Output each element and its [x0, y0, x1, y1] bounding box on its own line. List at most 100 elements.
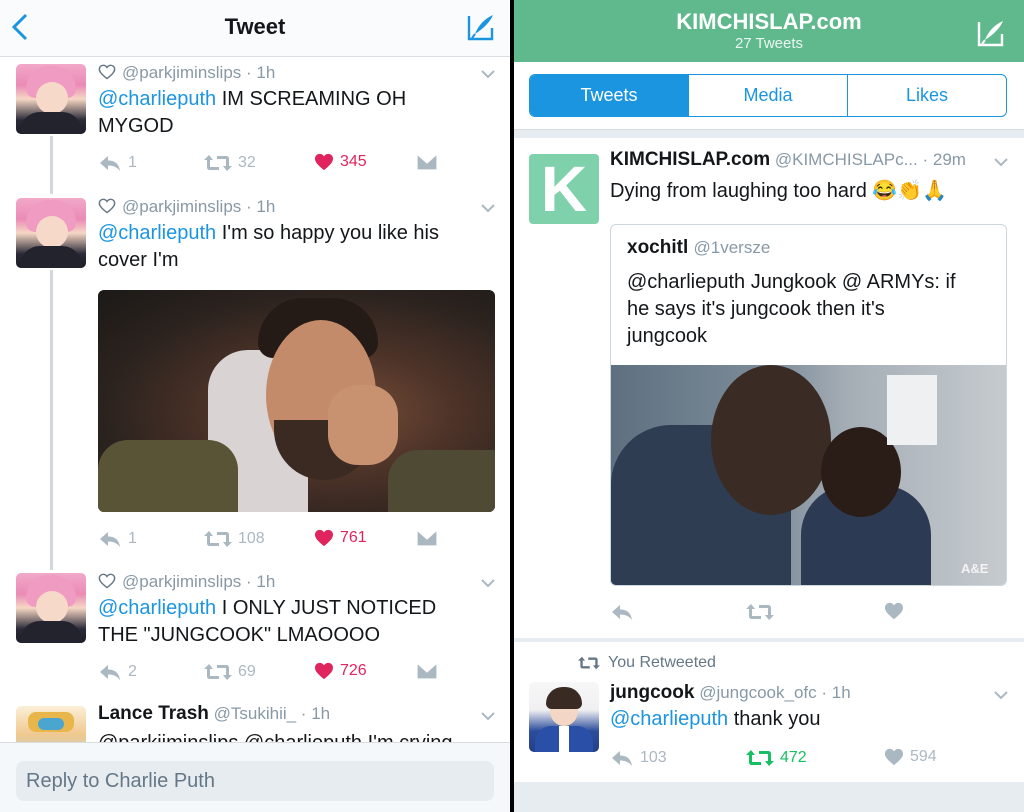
- retweet-icon: [204, 153, 232, 173]
- tweet-meta: jungcook @jungcook_ofc · 1h: [610, 682, 851, 703]
- page-title: Tweet: [224, 14, 286, 39]
- tab-media[interactable]: Media: [689, 75, 848, 116]
- list-item[interactable]: You Retweeted jungcook @jungcook_ofc · 1…: [514, 642, 1024, 782]
- profile-title: KIMCHISLAP.com: [676, 9, 862, 34]
- reply-icon: [98, 662, 122, 682]
- list-item[interactable]: K KIMCHISLAP.com @KIMCHISLAPc... · 29m D…: [514, 138, 1024, 638]
- reply-button[interactable]: [610, 602, 634, 622]
- reply-button[interactable]: 1: [98, 153, 137, 173]
- like-count: 594: [910, 748, 937, 765]
- chevron-down-icon[interactable]: [481, 203, 495, 213]
- like-button[interactable]: [884, 602, 904, 620]
- retweet-button[interactable]: [746, 602, 774, 622]
- action-bar: 103 472 594: [610, 748, 1010, 772]
- tweet-handle[interactable]: @KIMCHISLAPc...: [775, 150, 918, 169]
- tweet-handle[interactable]: @parkjiminslips: [122, 63, 241, 82]
- chevron-down-icon[interactable]: [481, 711, 495, 721]
- tweet-time: 1h: [256, 572, 276, 591]
- quoted-tweet-image[interactable]: A&E: [611, 365, 1006, 585]
- heart-icon: [314, 529, 334, 547]
- like-button[interactable]: 345: [314, 153, 367, 171]
- reply-input[interactable]: [16, 761, 494, 801]
- dm-button[interactable]: [416, 662, 438, 680]
- like-button[interactable]: 761: [314, 529, 367, 547]
- chevron-down-icon[interactable]: [481, 69, 495, 79]
- tweet-handle[interactable]: @Tsukihii_: [214, 704, 296, 723]
- mention-link[interactable]: @charlieputh: [98, 222, 216, 244]
- action-bar: [610, 602, 1010, 626]
- retweet-button[interactable]: 472: [746, 748, 807, 768]
- retweet-icon: [204, 529, 232, 549]
- quoted-tweet[interactable]: xochitl @1versze @charlieputh Jungkook @…: [610, 224, 1007, 586]
- action-bar: 1 32 345: [98, 153, 498, 177]
- avatar[interactable]: [529, 682, 599, 752]
- tweet-text: @charlieputh I ONLY JUST NOTICED THE "JUN…: [98, 595, 498, 649]
- tweet-text-line: IM SCREAMING OH: [216, 88, 407, 110]
- chevron-down-icon[interactable]: [994, 690, 1008, 700]
- like-count: 726: [340, 662, 367, 679]
- reply-icon: [98, 153, 122, 173]
- avatar[interactable]: K: [529, 154, 599, 224]
- compose-icon[interactable]: [976, 18, 1006, 48]
- tweet-media-image[interactable]: [98, 290, 495, 512]
- mention-link[interactable]: @charlieputh: [98, 88, 216, 110]
- heart-icon: [314, 662, 334, 680]
- retweet-button[interactable]: 69: [204, 662, 256, 682]
- tweet-meta: Lance Trash @Tsukihii_ · 1h: [98, 703, 331, 724]
- list-item[interactable]: @parkjiminslips · 1h @charlieputh I ONLY…: [0, 569, 510, 699]
- tab-likes[interactable]: Likes: [848, 75, 1006, 116]
- avatar[interactable]: [16, 573, 86, 643]
- chevron-down-icon[interactable]: [481, 578, 495, 588]
- quoted-mention: @charlieputh: [627, 271, 746, 293]
- reply-button[interactable]: 2: [98, 662, 137, 682]
- avatar[interactable]: [16, 706, 86, 742]
- retweet-icon: [578, 655, 600, 671]
- chevron-down-icon[interactable]: [994, 157, 1008, 167]
- like-button[interactable]: 594: [884, 748, 937, 766]
- quoted-text-line: he says it's jungcook then it's: [627, 298, 885, 320]
- retweet-count: 69: [238, 663, 256, 680]
- tweet-text-line: MYGOD: [98, 115, 174, 137]
- tweet-text-line: I ONLY JUST NOTICED: [216, 597, 437, 619]
- tweet-meta: @parkjiminslips · 1h: [98, 197, 275, 217]
- tweet-author-name[interactable]: Lance Trash: [98, 703, 209, 724]
- list-item[interactable]: Lance Trash @Tsukihii_ · 1h @parkjiminsl…: [0, 702, 510, 742]
- tweet-author-name[interactable]: KIMCHISLAP.com: [610, 149, 770, 170]
- avatar[interactable]: [16, 198, 86, 268]
- mention-link[interactable]: @charlieputh: [610, 708, 728, 730]
- dm-icon: [416, 153, 438, 171]
- compose-icon[interactable]: [466, 12, 496, 42]
- reply-button[interactable]: 1: [98, 529, 137, 549]
- tweet-handle[interactable]: @parkjiminslips: [122, 572, 241, 591]
- quoted-handle: @1versze: [693, 238, 771, 257]
- image-watermark: A&E: [961, 561, 989, 576]
- segmented-control: Tweets Media Likes: [529, 74, 1007, 117]
- reply-button[interactable]: 103: [610, 748, 667, 768]
- like-count: 761: [340, 529, 367, 546]
- tweet-time: 1h: [256, 63, 276, 82]
- tweet-text-line: THE "JUNGCOOK" LMAOOOO: [98, 624, 381, 646]
- retweet-button[interactable]: 32: [204, 153, 256, 173]
- tweet-author-name[interactable]: jungcook: [610, 682, 694, 703]
- retweet-button[interactable]: 108: [204, 529, 265, 549]
- tweet-handle[interactable]: @parkjiminslips: [122, 197, 241, 216]
- retweet-icon: [746, 602, 774, 622]
- quoted-tweet-text: @charlieputh Jungkook @ ARMYs: if he says…: [627, 269, 997, 350]
- tweet-handle[interactable]: @jungcook_ofc: [699, 683, 816, 702]
- tweet-text: @charlieputh IM SCREAMING OH MYGOD: [98, 86, 498, 140]
- tweet-text: @parkjiminslips @charlieputh I'm crying: [98, 730, 498, 742]
- avatar[interactable]: [16, 64, 86, 134]
- like-button[interactable]: 726: [314, 662, 367, 680]
- retweet-icon: [746, 748, 774, 768]
- dm-button[interactable]: [416, 153, 438, 171]
- list-item[interactable]: @parkjiminslips · 1h @charlieputh IM SCR…: [0, 60, 510, 190]
- reply-count: 1: [128, 154, 137, 171]
- tab-tweets[interactable]: Tweets: [530, 75, 689, 116]
- retweet-icon: [204, 662, 232, 682]
- dm-icon: [416, 662, 438, 680]
- tab-bar: Tweets Media Likes: [514, 62, 1024, 130]
- dm-button[interactable]: [416, 529, 438, 547]
- reply-composer: [0, 742, 510, 812]
- retweet-count: 32: [238, 154, 256, 171]
- mention-link[interactable]: @charlieputh: [98, 597, 216, 619]
